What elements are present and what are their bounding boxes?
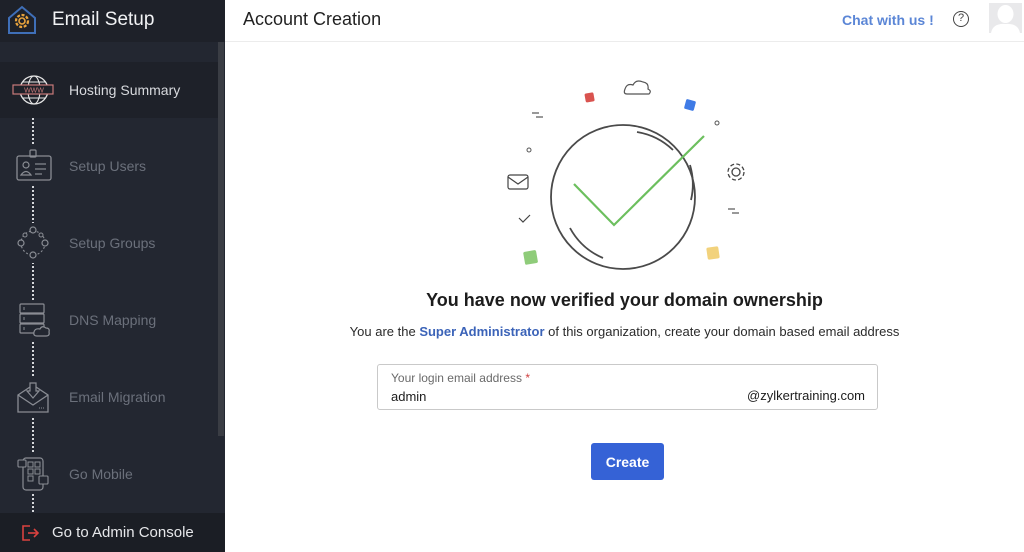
dot-small <box>526 147 532 153</box>
top-header: Account Creation Chat with us ! ? <box>225 0 1024 42</box>
login-email-label: Your login email address * <box>391 371 530 385</box>
cloud-icon <box>623 80 651 95</box>
domain-suffix: @zylkertraining.com <box>747 388 865 403</box>
green-square <box>523 250 538 265</box>
brand-header: Email Setup <box>0 0 225 42</box>
sidebar-item-go-mobile[interactable]: Go Mobile <box>0 446 218 502</box>
sidebar-item-label: Hosting Summary <box>69 82 181 98</box>
exit-icon <box>22 525 40 541</box>
email-setup-logo-icon <box>8 5 36 34</box>
sidebar-item-setup-users[interactable]: Setup Users <box>0 138 218 194</box>
page-title: Account Creation <box>243 9 382 29</box>
app-title: Email Setup <box>52 9 155 30</box>
app-root: Email Setup WWW Hosting Summary Setup Us… <box>0 0 1024 552</box>
sidebar-scrollbar[interactable] <box>218 42 224 436</box>
sidebar-item-label: DNS Mapping <box>69 312 157 328</box>
gear-icon <box>727 163 745 181</box>
group-network-icon <box>12 223 54 263</box>
envelope-download-icon <box>12 377 54 417</box>
login-email-label-text: Your login email address <box>391 371 522 385</box>
blue-square <box>684 99 696 111</box>
verified-circle-icon <box>550 124 696 270</box>
success-illustration <box>507 80 745 270</box>
super-administrator-text: Super Administrator <box>419 324 545 339</box>
admin-console-link[interactable]: Go to Admin Console <box>0 513 225 552</box>
globe-www-icon: WWW <box>12 70 54 110</box>
required-marker: * <box>525 371 530 385</box>
subtext-after: of this organization, create your domain… <box>544 324 900 339</box>
dot-small <box>714 120 720 126</box>
mobile-apps-icon <box>12 454 54 494</box>
help-icon[interactable]: ? <box>953 11 969 27</box>
small-check-icon <box>518 214 531 223</box>
envelope-icon <box>507 174 529 190</box>
red-square <box>584 92 595 103</box>
avatar[interactable] <box>989 3 1022 33</box>
sidebar-item-dns-mapping[interactable]: DNS Mapping <box>0 292 218 348</box>
setup-steps-nav: WWW Hosting Summary Setup Users Setup Gr… <box>0 42 218 512</box>
sidebar-item-label: Setup Groups <box>69 235 156 251</box>
yellow-square <box>706 246 720 260</box>
sidebar-item-label: Email Migration <box>69 389 166 405</box>
server-cloud-icon <box>12 300 54 340</box>
green-check-icon <box>573 135 705 227</box>
svg-text:WWW: WWW <box>24 88 44 95</box>
login-email-field[interactable]: Your login email address * @zylkertraini… <box>377 364 878 410</box>
sidebar-item-label: Setup Users <box>69 158 147 174</box>
verification-subtext: You are the Super Administrator of this … <box>225 324 1024 339</box>
chat-with-us-link[interactable]: Chat with us ! <box>842 12 934 28</box>
sidebar-item-label: Go Mobile <box>69 466 133 482</box>
create-button[interactable]: Create <box>591 443 664 480</box>
sidebar-item-hosting-summary[interactable]: WWW Hosting Summary <box>0 62 218 118</box>
admin-console-label: Go to Admin Console <box>52 524 194 541</box>
login-email-input[interactable] <box>391 387 691 405</box>
subtext-before: You are the <box>349 324 420 339</box>
id-badge-icon <box>12 146 54 186</box>
sidebar-item-email-migration[interactable]: Email Migration <box>0 369 218 425</box>
dash-lines-icon <box>532 112 739 214</box>
user-silhouette-icon <box>989 3 1022 33</box>
verification-headline: You have now verified your domain owners… <box>426 290 823 310</box>
sidebar: Email Setup WWW Hosting Summary Setup Us… <box>0 0 225 552</box>
sidebar-item-setup-groups[interactable]: Setup Groups <box>0 215 218 271</box>
